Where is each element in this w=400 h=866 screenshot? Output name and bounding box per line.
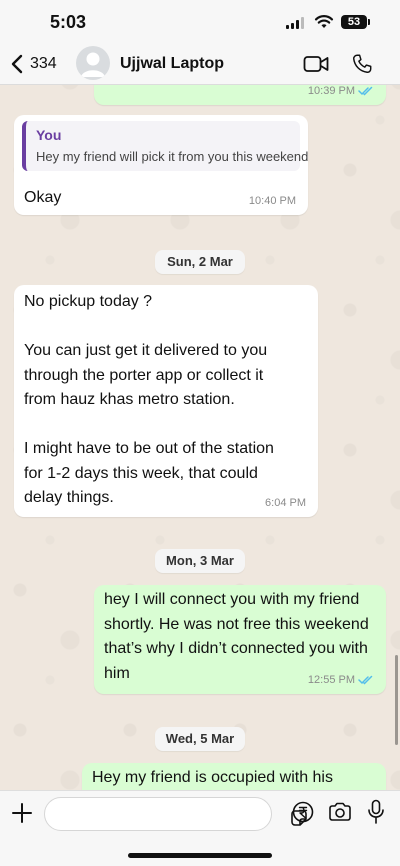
read-ticks-icon <box>358 675 373 685</box>
message-bubble-outgoing[interactable]: Hey my friend is occupied with his <box>82 763 386 790</box>
contact-name[interactable]: Ujjwal Laptop <box>120 55 224 73</box>
chat-header: 334 Ujjwal Laptop <box>0 44 400 85</box>
avatar-placeholder-icon <box>81 52 105 77</box>
status-time: 5:03 <box>50 12 87 32</box>
date-separator: Wed, 5 Mar <box>155 727 245 751</box>
back-chevron-icon <box>11 54 23 74</box>
quote-text: Hey my friend will pick it from you this… <box>36 149 309 164</box>
phone-icon[interactable] <box>351 53 373 75</box>
signal-icon <box>286 17 306 29</box>
quoted-message[interactable]: You Hey my friend will pick it from you … <box>22 121 308 171</box>
quote-author: You <box>36 127 62 143</box>
message-input[interactable] <box>44 797 307 831</box>
message-text: Okay <box>24 189 62 206</box>
avatar[interactable] <box>76 46 110 80</box>
video-icon[interactable] <box>303 54 329 74</box>
message-time: 6:04 PM <box>265 497 306 509</box>
message-text: No pickup today ? You can just get it de… <box>24 293 274 506</box>
wifi-icon <box>314 15 334 28</box>
date-separator: Mon, 3 Mar <box>155 549 245 573</box>
camera-icon[interactable] <box>328 802 352 822</box>
status-bar: 5:03 53 <box>0 0 400 44</box>
battery-icon: 53 <box>341 15 370 29</box>
message-text: weekend <box>104 85 168 89</box>
composer-bar <box>0 790 400 866</box>
date-separator: Sun, 2 Mar <box>155 250 245 274</box>
message-time: 12:55 PM <box>308 674 374 686</box>
scrollbar[interactable] <box>395 655 398 745</box>
message-time: 10:39 PM <box>308 85 374 97</box>
message-list[interactable]: weekend 10:39 PM You Hey my friend will … <box>0 85 400 790</box>
message-bubble-outgoing[interactable]: hey I will connect you with my friend sh… <box>94 585 386 694</box>
message-bubble-outgoing[interactable]: weekend 10:39 PM <box>94 85 386 105</box>
message-bubble-incoming[interactable]: No pickup today ? You can just get it de… <box>14 285 318 517</box>
read-ticks-icon <box>358 86 373 96</box>
mic-icon[interactable] <box>367 799 385 825</box>
rupee-icon[interactable] <box>292 801 314 823</box>
home-indicator <box>128 853 272 858</box>
message-text: hey I will connect you with my friend sh… <box>104 591 369 682</box>
plus-icon[interactable] <box>11 802 33 824</box>
message-text: Hey my friend is occupied with his <box>92 769 333 786</box>
message-bubble-incoming[interactable]: You Hey my friend will pick it from you … <box>14 115 308 215</box>
message-time: 10:40 PM <box>248 195 296 207</box>
unread-count: 334 <box>30 55 57 72</box>
back-button[interactable]: 334 <box>10 52 57 76</box>
